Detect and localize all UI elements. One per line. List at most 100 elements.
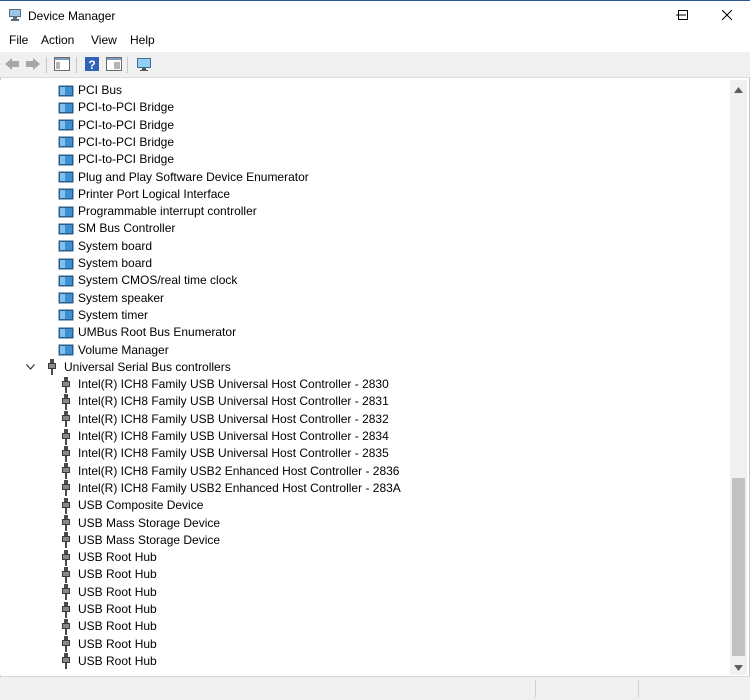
system-device-icon bbox=[58, 100, 74, 116]
tree-item-system-device[interactable]: Programmable interrupt controller bbox=[58, 203, 257, 220]
system-device-icon bbox=[58, 256, 74, 272]
tree-item-usb-device[interactable]: Intel(R) ICH8 Family USB Universal Host … bbox=[58, 393, 389, 410]
system-device-icon bbox=[58, 290, 74, 306]
tree-item-usb-device[interactable]: Intel(R) ICH8 Family USB Universal Host … bbox=[58, 376, 389, 393]
tree-item-label: System speaker bbox=[78, 290, 165, 305]
status-divider bbox=[535, 680, 536, 697]
view-pane-button[interactable] bbox=[105, 56, 123, 74]
tree-item-usb-device[interactable]: USB Root Hub bbox=[58, 601, 157, 618]
tree-item-system-device[interactable]: Plug and Play Software Device Enumerator bbox=[58, 169, 309, 186]
title-bar[interactable]: Device Manager bbox=[0, 0, 750, 30]
tree-item-system-device[interactable]: PCI-to-PCI Bridge bbox=[58, 99, 174, 116]
menu-help[interactable]: Help bbox=[128, 33, 157, 47]
tree-item-label: PCI-to-PCI Bridge bbox=[78, 100, 175, 115]
tree-item-label: Intel(R) ICH8 Family USB Universal Host … bbox=[78, 394, 389, 409]
tree-item-system-device[interactable]: PCI-to-PCI Bridge bbox=[58, 117, 174, 134]
tree-item-usb-device[interactable]: USB Mass Storage Device bbox=[58, 532, 220, 549]
system-device-icon bbox=[58, 169, 74, 185]
tree-category-usb-controllers[interactable]: Universal Serial Bus controllers bbox=[24, 359, 231, 376]
tree-item-system-device[interactable]: SM Bus Controller bbox=[58, 220, 175, 237]
tree-item-system-device[interactable]: PCI Bus bbox=[58, 82, 122, 99]
system-device-icon bbox=[58, 342, 74, 358]
tree-item-label: Universal Serial Bus controllers bbox=[64, 359, 231, 374]
tree-item-label: Intel(R) ICH8 Family USB2 Enhanced Host … bbox=[78, 463, 400, 478]
help-icon: ? bbox=[84, 56, 100, 75]
tree-item-system-device[interactable]: System board bbox=[58, 238, 152, 255]
menu-file[interactable]: File bbox=[7, 33, 30, 47]
tree-item-label: Intel(R) ICH8 Family USB Universal Host … bbox=[78, 377, 389, 392]
tree-item-label: USB Root Hub bbox=[78, 550, 157, 565]
scroll-thumb[interactable] bbox=[732, 478, 745, 656]
close-button[interactable] bbox=[704, 1, 750, 30]
tree-item-system-device[interactable]: System speaker bbox=[58, 290, 164, 307]
tree-item-usb-device[interactable]: Intel(R) ICH8 Family USB Universal Host … bbox=[58, 445, 389, 462]
tree-item-label: Intel(R) ICH8 Family USB Universal Host … bbox=[78, 429, 389, 443]
tree-item-label: PCI-to-PCI Bridge bbox=[78, 117, 175, 132]
chevron-up-icon bbox=[734, 82, 743, 96]
menu-bar: File Action View Help bbox=[0, 30, 750, 52]
back-button[interactable] bbox=[3, 56, 21, 74]
toolbar: ? bbox=[0, 52, 750, 78]
tree-item-label: USB Root Hub bbox=[78, 602, 157, 616]
tree-item-label: USB Mass Storage Device bbox=[78, 532, 221, 547]
system-device-icon bbox=[58, 204, 74, 220]
menu-view[interactable]: View bbox=[89, 33, 119, 47]
tree-item-label: USB Root Hub bbox=[78, 636, 157, 651]
usb-connector-icon bbox=[58, 376, 74, 393]
tree-item-usb-device[interactable]: USB Composite Device bbox=[58, 497, 203, 514]
tree-item-system-device[interactable]: System board bbox=[58, 255, 152, 272]
tree-item-usb-device[interactable]: USB Root Hub bbox=[58, 618, 157, 635]
scroll-up-button[interactable] bbox=[730, 80, 747, 97]
usb-connector-icon bbox=[58, 636, 74, 653]
system-device-icon bbox=[58, 307, 74, 323]
tree-item-label: Plug and Play Software Device Enumerator bbox=[78, 169, 309, 184]
tree-item-system-device[interactable]: PCI-to-PCI Bridge bbox=[58, 151, 174, 168]
tree-item-usb-device[interactable]: USB Root Hub bbox=[58, 566, 157, 583]
tree-item-label: System board bbox=[78, 238, 153, 253]
tree-item-system-device[interactable]: Printer Port Logical Interface bbox=[58, 186, 230, 203]
tree-item-label: Intel(R) ICH8 Family USB Universal Host … bbox=[78, 411, 389, 426]
tree-item-system-device[interactable]: PCI-to-PCI Bridge bbox=[58, 134, 174, 151]
tree-item-label: USB Root Hub bbox=[78, 653, 157, 668]
usb-connector-icon bbox=[58, 515, 74, 531]
system-device-icon bbox=[58, 134, 74, 150]
system-device-icon bbox=[58, 325, 74, 341]
device-tree[interactable]: PCI Bus PCI-to-PCI Bridge PCI-to-PCI Bridg… bbox=[0, 80, 730, 675]
tree-item-label: System board bbox=[78, 256, 153, 270]
show-hide-console-tree-button[interactable] bbox=[53, 56, 71, 74]
usb-connector-icon bbox=[58, 445, 74, 462]
menu-action[interactable]: Action bbox=[39, 33, 76, 47]
tree-item-usb-device[interactable]: Intel(R) ICH8 Family USB2 Enhanced Host … bbox=[58, 480, 401, 497]
tree-item-usb-device[interactable]: Intel(R) ICH8 Family USB Universal Host … bbox=[58, 428, 389, 445]
tree-item-label: PCI-to-PCI Bridge bbox=[78, 134, 175, 149]
system-device-icon bbox=[58, 273, 74, 289]
usb-connector-icon bbox=[58, 566, 74, 583]
tree-item-label: System CMOS/real time clock bbox=[78, 273, 238, 288]
usb-connector-icon bbox=[58, 532, 74, 549]
forward-button[interactable] bbox=[24, 56, 42, 74]
maximize-button[interactable] bbox=[660, 1, 706, 30]
tree-item-usb-device[interactable]: USB Root Hub bbox=[58, 653, 157, 670]
maximize-icon bbox=[678, 9, 688, 23]
tree-item-usb-device[interactable]: USB Root Hub bbox=[58, 584, 157, 601]
tree-item-usb-device[interactable]: USB Mass Storage Device bbox=[58, 515, 220, 532]
scan-hardware-button[interactable] bbox=[135, 56, 153, 74]
toolbar-separator bbox=[76, 57, 77, 73]
tree-item-system-device[interactable]: Volume Manager bbox=[58, 342, 169, 359]
tree-item-usb-device[interactable]: USB Root Hub bbox=[58, 549, 157, 566]
usb-connector-icon bbox=[58, 584, 74, 601]
status-divider bbox=[638, 680, 639, 697]
tree-item-label: SM Bus Controller bbox=[78, 221, 176, 236]
system-device-icon bbox=[58, 83, 74, 99]
tree-item-system-device[interactable]: UMBus Root Bus Enumerator bbox=[58, 324, 236, 341]
tree-item-usb-device[interactable]: USB Root Hub bbox=[58, 636, 157, 653]
tree-item-usb-device[interactable]: Intel(R) ICH8 Family USB Universal Host … bbox=[58, 411, 389, 428]
chevron-down-icon bbox=[734, 660, 743, 674]
tree-item-system-device[interactable]: System CMOS/real time clock bbox=[58, 272, 237, 289]
scroll-down-button[interactable] bbox=[730, 658, 747, 675]
tree-item-system-device[interactable]: System timer bbox=[58, 307, 148, 324]
vertical-scrollbar[interactable] bbox=[730, 80, 747, 675]
help-button[interactable]: ? bbox=[83, 56, 101, 74]
tree-item-usb-device[interactable]: Intel(R) ICH8 Family USB2 Enhanced Host … bbox=[58, 463, 399, 480]
chevron-down-icon[interactable] bbox=[24, 361, 36, 373]
